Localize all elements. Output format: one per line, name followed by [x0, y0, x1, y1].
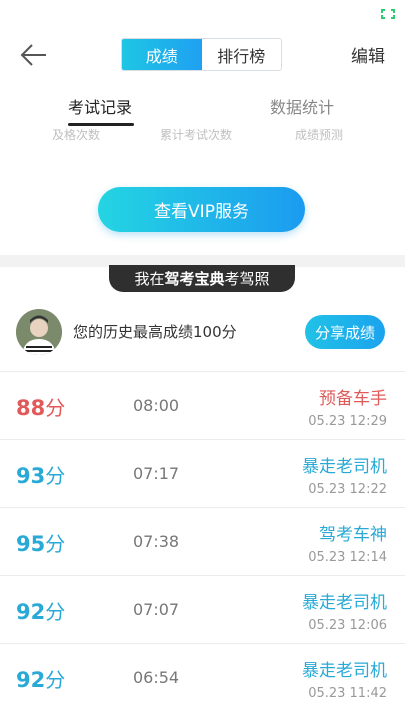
score-unit: 分	[45, 464, 66, 488]
record-row[interactable]: 88分 08:00 预备车手 05.23 12:29	[0, 371, 405, 439]
record-score: 92分	[16, 664, 65, 693]
record-row[interactable]: 92分 07:07 暴走老司机 05.23 12:06	[0, 575, 405, 643]
record-date: 05.23 12:14	[308, 550, 387, 565]
score-value: 93	[16, 464, 46, 488]
tab-scores[interactable]: 成绩	[122, 39, 202, 70]
record-title: 驾考车神	[319, 525, 387, 545]
record-date: 05.23 11:42	[308, 686, 387, 701]
score-value: 92	[16, 668, 46, 692]
stat-total-exams-label: 累计考试次数	[160, 128, 233, 142]
record-row[interactable]: 93分 07:17 暴走老司机 05.23 12:22	[0, 439, 405, 507]
record-title: 暴走老司机	[302, 661, 387, 681]
record-score: 92分	[16, 596, 65, 625]
best-score-row: 您的历史最高成绩100分 分享成绩	[0, 303, 405, 363]
score-value: 95	[16, 532, 46, 556]
banner-post: 考驾照	[224, 270, 270, 288]
record-title: 暴走老司机	[302, 457, 387, 477]
banner-brand: 驾考宝典	[164, 270, 225, 288]
record-date: 05.23 12:22	[308, 482, 387, 497]
stats-strip: 及格次数 累计考试次数 成绩预测	[0, 126, 405, 142]
record-date: 05.23 12:06	[308, 618, 387, 633]
score-unit: 分	[45, 600, 66, 624]
score-value: 88	[16, 396, 46, 420]
record-title: 预备车手	[319, 389, 387, 409]
top-bar: 成绩 排行榜 编辑	[0, 28, 405, 82]
avatar-image-icon	[16, 309, 62, 355]
exam-record-list: 88分 08:00 预备车手 05.23 12:29 93分 07:17 暴走老司机 05.2…	[0, 371, 405, 711]
avatar[interactable]	[16, 309, 62, 355]
tab-exam-records[interactable]: 考试记录	[68, 94, 132, 118]
score-value: 92	[16, 600, 46, 624]
score-unit: 分	[45, 668, 66, 692]
stat-prediction-label: 成绩预测	[295, 128, 344, 142]
record-row[interactable]: 95分 07:38 驾考车神 05.23 12:14	[0, 507, 405, 575]
share-score-button[interactable]: 分享成绩	[305, 315, 385, 349]
record-duration: 07:17	[133, 464, 180, 483]
score-unit: 分	[45, 532, 66, 556]
record-row[interactable]: 92分 06:54 暴走老司机 05.23 11:42	[0, 643, 405, 711]
vip-service-button[interactable]: 查看VIP服务	[98, 187, 305, 232]
stat-pass-count-label: 及格次数	[52, 128, 101, 142]
record-duration: 08:00	[133, 396, 180, 415]
score-unit: 分	[45, 396, 66, 420]
sub-tabs: 考试记录 数据统计	[0, 86, 405, 130]
record-score: 93分	[16, 460, 65, 489]
tab-leaderboard[interactable]: 排行榜	[201, 39, 281, 70]
record-score: 88分	[16, 392, 65, 421]
best-score-text: 您的历史最高成绩100分	[73, 323, 237, 341]
record-duration: 07:38	[133, 532, 180, 551]
back-arrow-icon[interactable]	[16, 40, 52, 70]
status-bar	[0, 0, 405, 28]
banner-pre: 我在	[134, 270, 165, 288]
segment-control: 成绩 排行榜	[121, 38, 282, 71]
record-duration: 06:54	[133, 668, 180, 687]
edit-button[interactable]: 编辑	[351, 42, 385, 67]
screen-record-icon	[381, 9, 395, 19]
record-date: 05.23 12:29	[308, 414, 387, 429]
record-duration: 07:07	[133, 600, 180, 619]
record-title: 暴走老司机	[302, 593, 387, 613]
tab-statistics[interactable]: 数据统计	[270, 94, 334, 118]
record-score: 95分	[16, 528, 65, 557]
promo-banner: 我在 驾考宝典 考驾照	[109, 265, 295, 292]
